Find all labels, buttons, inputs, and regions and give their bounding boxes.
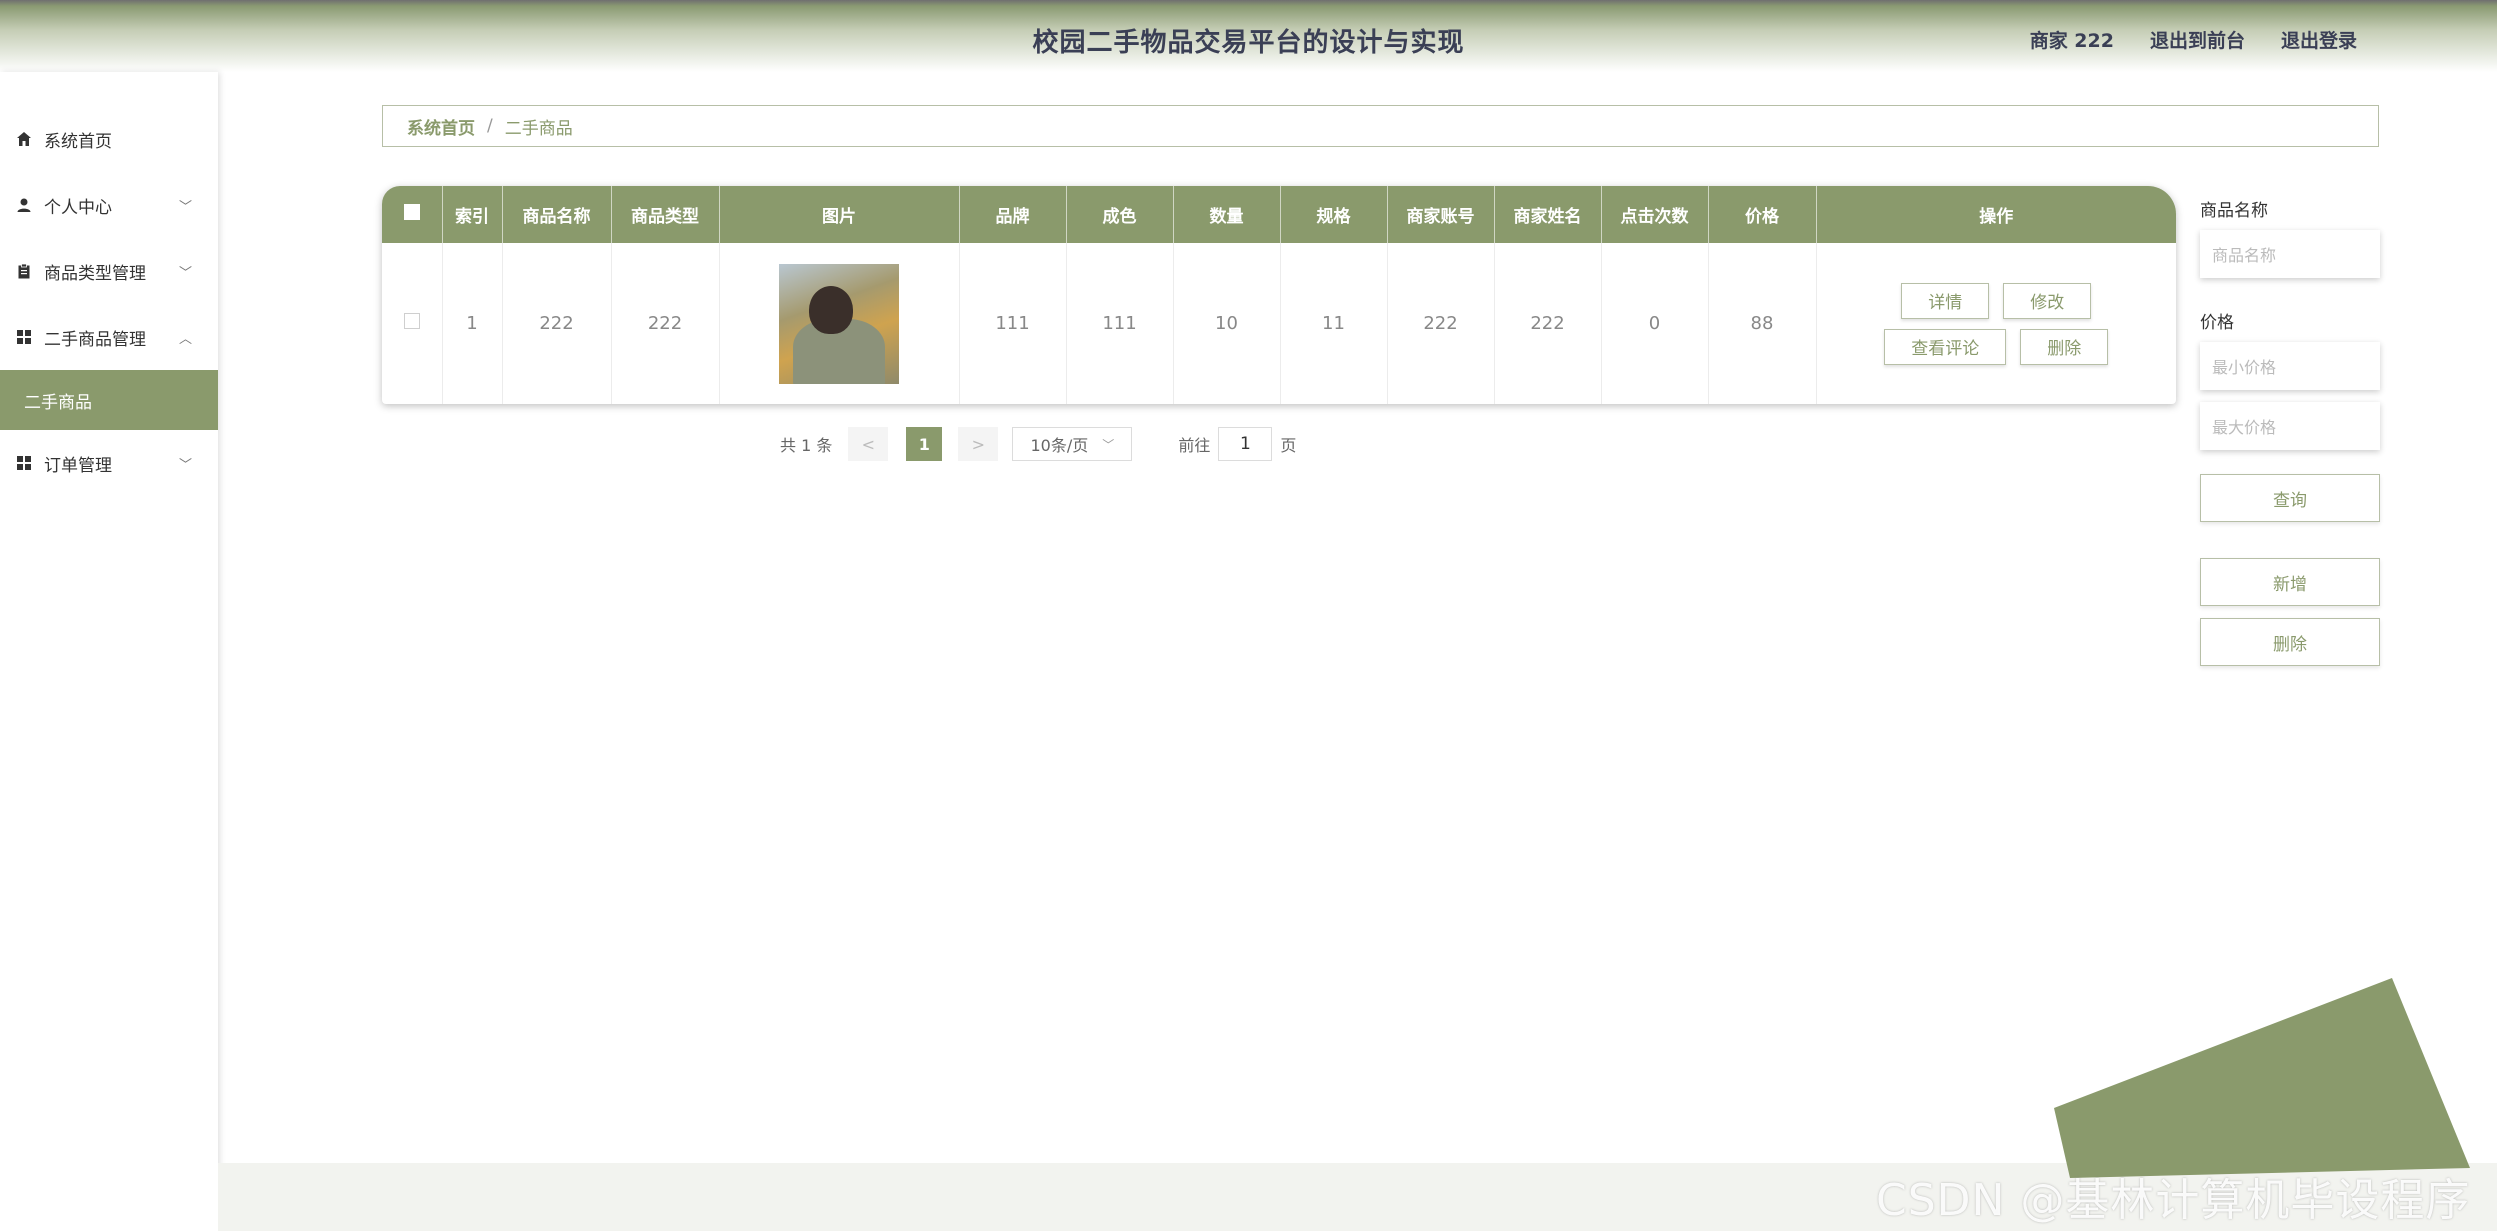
- sidebar-item-label: 二手商品: [24, 392, 92, 413]
- logout-link[interactable]: 退出登录: [2281, 26, 2357, 53]
- column-header: 商品类型: [611, 186, 720, 243]
- column-header: 规格: [1280, 186, 1388, 243]
- cell-image: [719, 243, 960, 404]
- sidebar-item-profile[interactable]: 个人中心 ﹀: [0, 172, 218, 238]
- cell-index: 1: [442, 243, 503, 404]
- column-header: 商品名称: [502, 186, 612, 243]
- name-search-input[interactable]: 商品名称: [2200, 230, 2380, 278]
- sidebar-item-label: 个人中心: [44, 197, 112, 218]
- prev-page-button[interactable]: <: [848, 427, 889, 461]
- cell-clicks: 0: [1601, 243, 1709, 404]
- chevron-down-icon: ﹀: [1102, 437, 1115, 452]
- sidebar: 系统首页 个人中心 ﹀ 商品类型管理 ﹀ 二手商品管理 ︿ 二手商品 订单管理 …: [0, 72, 218, 1231]
- clipboard-icon: [16, 263, 32, 279]
- search-panel: 商品名称 商品名称 价格 最小价格 最大价格 查询 新增 删除: [2200, 196, 2380, 666]
- home-icon: [16, 131, 32, 147]
- edit-button[interactable]: 修改: [2003, 282, 2092, 319]
- goto-label: 前往: [1178, 436, 1211, 455]
- column-header: 成色: [1066, 186, 1174, 243]
- goods-table: 索引 商品名称 商品类型 图片 品牌 成色 数量 规格 商家账号 商家姓名 点击…: [382, 186, 2176, 404]
- chevron-down-icon: ﹀: [178, 265, 192, 281]
- batch-delete-button[interactable]: 删除: [2200, 618, 2380, 666]
- column-header: 点击次数: [1601, 186, 1709, 243]
- sidebar-item-home[interactable]: 系统首页: [0, 106, 218, 172]
- chevron-up-icon: ︿: [178, 331, 192, 347]
- name-label: 商品名称: [2200, 201, 2268, 221]
- max-price-input[interactable]: 最大价格: [2200, 402, 2380, 450]
- cell-spec: 11: [1280, 243, 1388, 404]
- column-header: 索引: [442, 186, 503, 243]
- top-header: 校园二手物品交易平台的设计与实现 商家 222 退出到前台 退出登录: [0, 0, 2497, 72]
- view-comments-button[interactable]: 查看评论: [1884, 328, 2007, 365]
- exit-to-front-link[interactable]: 退出到前台: [2150, 26, 2245, 53]
- column-header: 商家姓名: [1494, 186, 1602, 243]
- grid-icon: [16, 329, 32, 345]
- breadcrumb: 系统首页 / 二手商品: [382, 105, 2379, 147]
- sidebar-item-label: 订单管理: [44, 455, 112, 476]
- column-header: 操作: [1979, 207, 2014, 227]
- table-header-row: 索引 商品名称 商品类型 图片 品牌 成色 数量 规格 商家账号 商家姓名 点击…: [382, 186, 2176, 243]
- sidebar-item-category-mgmt[interactable]: 商品类型管理 ﹀: [0, 238, 218, 304]
- query-button[interactable]: 查询: [2200, 474, 2380, 522]
- pagination: 共 1 条 < 1 > 10条/页 ﹀ 前往 1 页: [780, 427, 1296, 461]
- cell-brand: 111: [959, 243, 1067, 404]
- cell-merchant-account: 222: [1387, 243, 1495, 404]
- cell-type: 222: [611, 243, 720, 404]
- grid-icon: [16, 455, 32, 471]
- column-header: 商家账号: [1387, 186, 1495, 243]
- current-user: 商家 222: [2029, 30, 2114, 52]
- column-header: 数量: [1173, 186, 1281, 243]
- table-row: 1 222 222 111 111 10 11 222 222 0 88 详情 …: [382, 243, 2176, 404]
- watermark: CSDN @基林计算机毕设程序: [1876, 1175, 2471, 1226]
- column-header: 图片: [719, 186, 960, 243]
- user-icon: [16, 197, 32, 213]
- row-checkbox[interactable]: [403, 313, 420, 329]
- cell-condition: 111: [1066, 243, 1174, 404]
- page-size-select[interactable]: 10条/页 ﹀: [1012, 427, 1133, 461]
- select-all-checkbox[interactable]: [403, 204, 420, 220]
- cell-price: 88: [1708, 243, 1817, 404]
- page-unit-label: 页: [1280, 436, 1297, 455]
- column-header: 价格: [1708, 186, 1817, 243]
- row-delete-button[interactable]: 删除: [2020, 328, 2109, 365]
- product-image: [779, 263, 899, 384]
- select-all-cell[interactable]: [382, 186, 443, 243]
- sidebar-item-orders[interactable]: 订单管理 ﹀: [0, 430, 218, 496]
- chevron-down-icon: ﹀: [178, 199, 192, 215]
- header-actions: 商家 222 退出到前台 退出登录: [2030, 26, 2357, 53]
- cell-quantity: 10: [1173, 243, 1281, 404]
- sidebar-item-label: 系统首页: [44, 131, 112, 152]
- min-price-input[interactable]: 最小价格: [2200, 342, 2380, 390]
- next-page-button[interactable]: >: [958, 427, 999, 461]
- cell-actions: 详情 修改 查看评论 删除: [1816, 243, 2176, 404]
- chevron-down-icon: ﹀: [178, 457, 192, 473]
- breadcrumb-current: 二手商品: [504, 118, 573, 139]
- sidebar-item-label: 商品类型管理: [44, 263, 146, 284]
- cell-name: 222: [502, 243, 612, 404]
- page-size-value: 10条/页: [1030, 436, 1089, 455]
- add-button[interactable]: 新增: [2200, 558, 2380, 606]
- decorative-shape: [2054, 978, 2470, 1178]
- sidebar-item-secondhand-goods[interactable]: 二手商品: [0, 370, 218, 430]
- row-select-cell[interactable]: [382, 243, 443, 404]
- detail-button[interactable]: 详情: [1901, 282, 1990, 319]
- price-label: 价格: [2200, 313, 2234, 333]
- breadcrumb-separator: /: [487, 116, 493, 136]
- sidebar-item-goods-mgmt[interactable]: 二手商品管理 ︿: [0, 304, 218, 370]
- breadcrumb-home[interactable]: 系统首页: [407, 114, 475, 139]
- column-header: 品牌: [959, 186, 1067, 243]
- goto-page-input[interactable]: 1: [1218, 427, 1273, 461]
- sidebar-item-label: 二手商品管理: [44, 329, 146, 350]
- current-page-button[interactable]: 1: [906, 427, 943, 461]
- pagination-total: 共 1 条: [780, 436, 833, 455]
- cell-merchant-name: 222: [1494, 243, 1602, 404]
